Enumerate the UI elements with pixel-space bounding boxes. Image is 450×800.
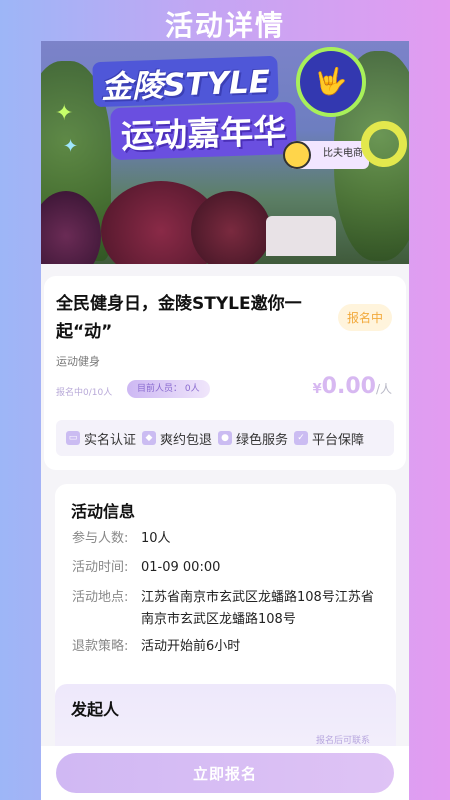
bottom-action-bar: 立即报名 [41, 746, 409, 800]
guarantee-item: ◆ 爽约包退 [142, 429, 212, 448]
price-currency: ¥ [312, 382, 322, 397]
guarantee-label: 绿色服务 [236, 432, 289, 448]
price-unit: /人 [375, 382, 392, 396]
detail-screen: ✦ ✦ 金陵STYLE 运动嘉年华 🤟 比夫电商 全民健身日，金陵STYLE邀你… [41, 41, 409, 800]
banner-subheadline: 运动嘉年华 [110, 101, 297, 161]
mascot-sign: 比夫电商 [283, 141, 369, 169]
info-value: 01-09 00:00 [141, 560, 221, 575]
guarantee-bar: ▭ 实名认证 ◆ 爽约包退 ● 绿色服务 ✓ 平台保障 [56, 420, 394, 456]
event-title: 全民健身日，金陵STYLE邀你一起“动” [56, 294, 302, 342]
hand-sign-icon: 🤟 [296, 47, 366, 117]
guarantee-label: 爽约包退 [160, 432, 213, 448]
ring-decoration [361, 121, 407, 167]
current-people-pill: 目前人员： 0人 [127, 380, 210, 398]
guarantee-item: ✓ 平台保障 [294, 429, 364, 448]
info-label: 退款策略: [72, 639, 129, 654]
info-value: 活动开始前6小时 [141, 639, 241, 654]
info-label: 参与人数: [72, 531, 129, 546]
guarantee-label: 实名认证 [84, 432, 137, 448]
info-row-location: 活动地点: 江苏省南京市玄武区龙蟠路108号江苏省南京市玄武区龙蟠路108号 [72, 587, 377, 631]
sparkle-icon: ✦ [63, 136, 79, 157]
info-row-time: 活动时间: 01-09 00:00 [72, 557, 377, 579]
banner-headline: 金陵STYLE [92, 55, 279, 108]
info-value: 江苏省南京市玄武区龙蟠路108号江苏省南京市玄武区龙蟠路108号 [141, 590, 374, 627]
info-label: 活动地点: [72, 590, 129, 605]
price-amount: 0.00 [321, 374, 376, 399]
info-row-participants: 参与人数: 10人 [72, 528, 377, 550]
guarantee-item: ▭ 实名认证 [66, 429, 136, 448]
signup-count: 报名中0/10人 [56, 388, 113, 398]
service-icon: ● [218, 431, 233, 445]
info-label: 活动时间: [72, 560, 129, 575]
price: ¥0.00/人 [313, 374, 392, 399]
contact-note: 报名后可联系 [315, 736, 370, 746]
sparkle-icon: ✦ [55, 101, 74, 126]
id-card-icon: ▭ [66, 431, 80, 445]
event-summary-card: 全民健身日，金陵STYLE邀你一起“动” 报名中 运动健身 报名中0/10人 目… [44, 276, 406, 470]
guarantee-item: ● 绿色服务 [218, 429, 288, 448]
page-title: 活动详情 [164, 9, 285, 42]
info-value: 10人 [141, 531, 171, 546]
info-row-refund: 退款策略: 活动开始前6小时 [72, 636, 377, 658]
guarantee-label: 平台保障 [312, 432, 365, 448]
activity-info-card: 活动信息 参与人数: 10人 活动时间: 01-09 00:00 活动地点: 江… [55, 484, 396, 711]
shield-icon: ◆ [142, 431, 157, 445]
check-shield-icon: ✓ [294, 431, 309, 445]
status-badge: 报名中 [337, 304, 392, 331]
event-category: 运动健身 [56, 355, 100, 368]
event-banner-image: ✦ ✦ 金陵STYLE 运动嘉年华 🤟 比夫电商 [41, 41, 409, 264]
section-title: 活动信息 [71, 502, 136, 521]
section-title: 发起人 [71, 700, 120, 719]
signup-button[interactable]: 立即报名 [56, 753, 394, 793]
